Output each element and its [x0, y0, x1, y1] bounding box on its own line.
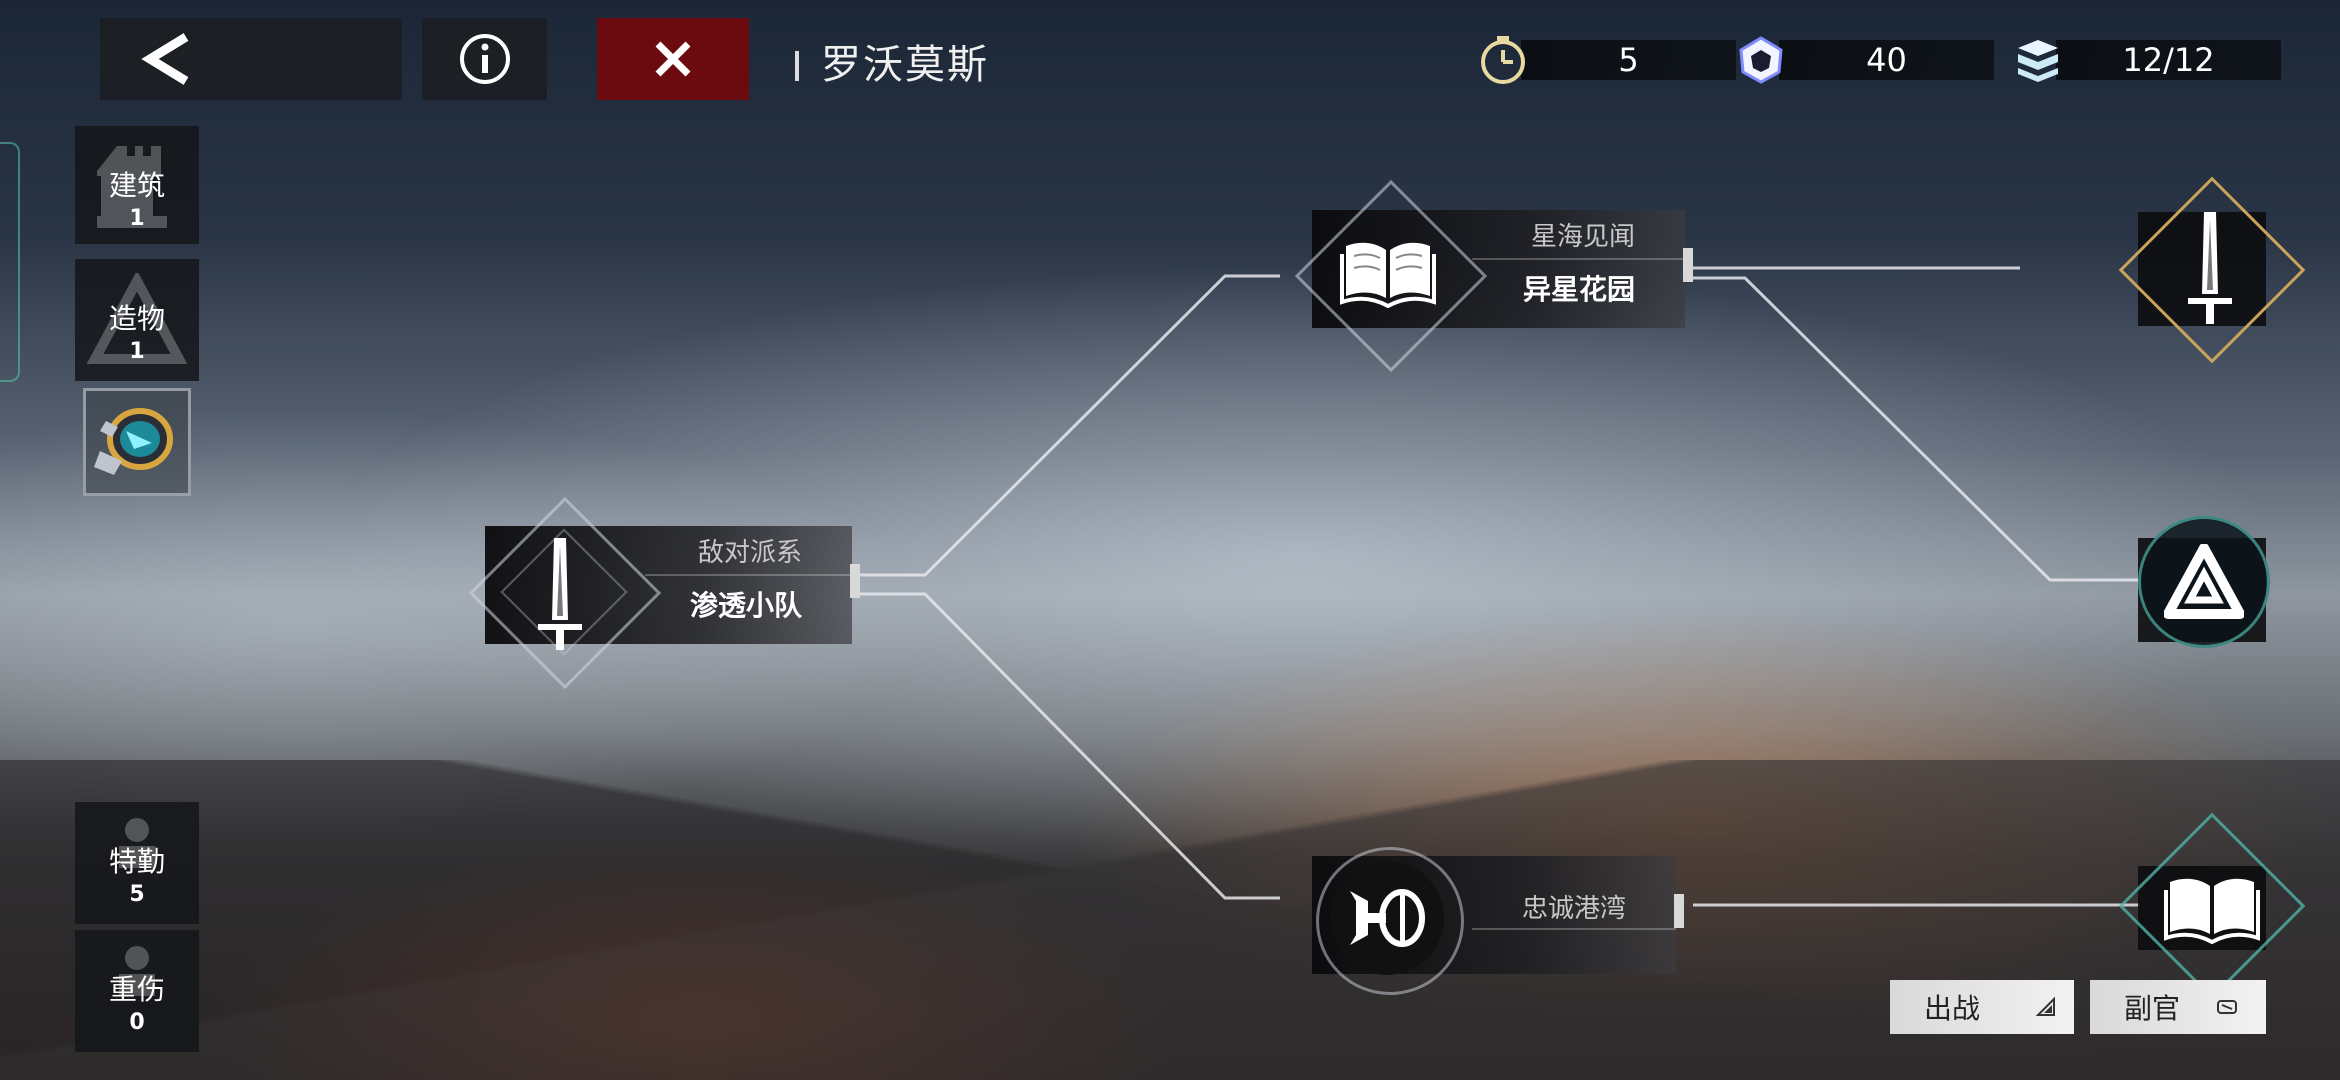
crystal-icon — [1739, 36, 1783, 84]
node-lower-divider — [1472, 928, 1676, 930]
agents-card[interactable]: 特勤 5 — [75, 802, 199, 924]
layers-value: 12/12 — [2056, 40, 2281, 80]
info-button[interactable] — [422, 18, 547, 100]
artifact-label: 造物 — [108, 302, 165, 335]
artifact-item-slot[interactable] — [83, 388, 191, 496]
deploy-label: 出战 — [1924, 992, 1981, 1025]
stage-title-text: 罗沃莫斯 — [821, 42, 989, 88]
node-lower-name: 忠诚港湾 — [1521, 894, 1626, 924]
triad-emblem-icon — [2164, 544, 2244, 619]
node-upper-category: 星海见闻 — [1530, 222, 1635, 252]
close-button[interactable] — [597, 18, 749, 100]
sword-icon — [538, 538, 582, 650]
deploy-corner-icon — [2036, 997, 2056, 1016]
chevron-left-icon — [141, 33, 189, 85]
node-start-category: 敌对派系 — [697, 538, 802, 568]
deputy-button[interactable]: 副官 — [2090, 980, 2266, 1034]
artifact-card[interactable]: 造物 1 — [75, 259, 199, 381]
node-upper-name: 异星花园 — [1522, 273, 1635, 306]
title-bar — [795, 51, 799, 81]
close-icon — [655, 41, 691, 77]
crystal-value: 40 — [1779, 40, 1994, 80]
resource-layers: 12/12 — [2010, 38, 2281, 82]
injured-card[interactable]: 重伤 0 — [75, 930, 199, 1052]
satellite-icon — [1350, 889, 1425, 947]
info-icon — [459, 34, 510, 84]
node-upper-divider — [1472, 258, 1685, 260]
deploy-button[interactable]: 出战 — [1890, 980, 2074, 1034]
stopwatch-icon — [1481, 36, 1525, 84]
node-upper-connector — [1683, 248, 1693, 282]
deputy-label: 副官 — [2124, 992, 2181, 1025]
agents-count: 5 — [129, 882, 145, 907]
deputy-icon — [2217, 1000, 2238, 1014]
resource-stopwatch: 5 — [1475, 36, 1736, 84]
artifact-count: 1 — [129, 339, 145, 364]
agents-label: 特勤 — [108, 845, 165, 878]
sword-gold-icon — [2188, 212, 2232, 324]
stopwatch-value: 5 — [1521, 40, 1736, 80]
left-edge-bracket — [0, 142, 20, 382]
compass-artifact-icon — [94, 408, 173, 475]
node-start-connector — [850, 564, 860, 598]
node-lower-connector — [1674, 894, 1684, 928]
book-teal-icon — [2164, 878, 2260, 944]
layers-icon — [2018, 40, 2058, 82]
back-button[interactable] — [100, 18, 402, 100]
building-label: 建筑 — [108, 169, 165, 202]
building-count: 1 — [129, 206, 145, 231]
building-card[interactable]: 建筑 1 — [75, 126, 199, 244]
stage-title: 罗沃莫斯 — [795, 32, 989, 90]
node-start-name: 渗透小队 — [689, 589, 802, 622]
injured-count: 0 — [129, 1010, 145, 1035]
route-lines — [860, 266, 2140, 907]
node-start-divider — [645, 574, 852, 576]
injured-label: 重伤 — [108, 973, 165, 1006]
resource-crystal: 40 — [1733, 36, 1994, 84]
book-icon — [1340, 242, 1436, 308]
